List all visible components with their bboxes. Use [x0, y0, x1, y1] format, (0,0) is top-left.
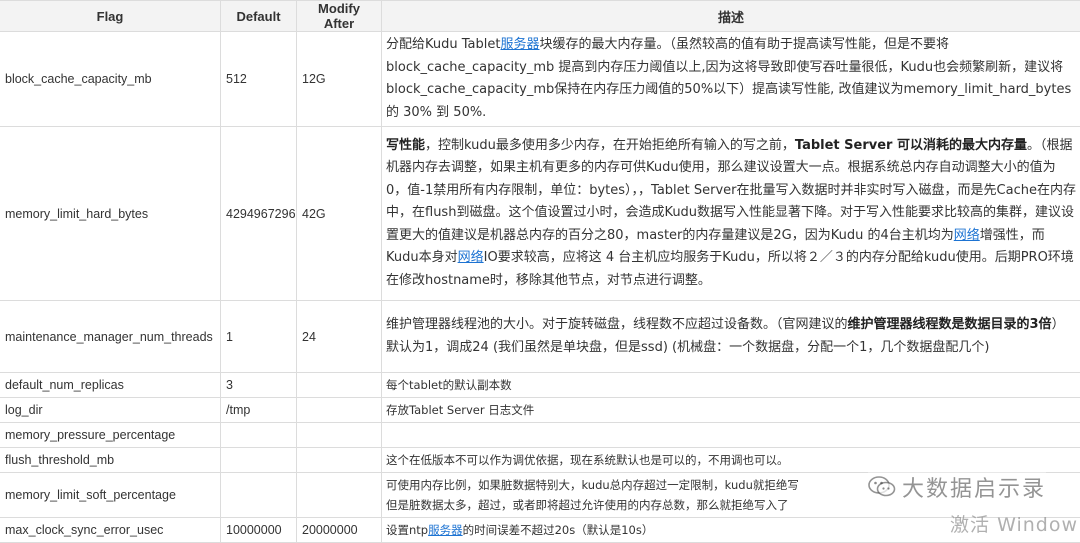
default-cell: 10000000 — [221, 518, 297, 543]
default-cell: 4294967296 — [221, 127, 297, 301]
flag-cell: default_num_replicas — [0, 373, 221, 398]
column-header-modify-after: Modify After — [297, 1, 382, 32]
kudu-flags-table: Flag Default Modify After 描述 block_cache… — [0, 0, 1080, 543]
network-link[interactable]: 网络 — [954, 228, 980, 243]
table-row: default_num_replicas 3 每个tablet的默认副本数 — [0, 373, 1080, 398]
default-cell — [221, 423, 297, 448]
server-link[interactable]: 服务器 — [500, 37, 539, 52]
table-row: flush_threshold_mb 这个在低版本不可以作为调优依据，现在系统默… — [0, 448, 1080, 473]
flag-cell: memory_limit_soft_percentage — [0, 473, 221, 518]
watermark-text: 大数据启示录 — [902, 471, 1046, 503]
column-header-description: 描述 — [382, 1, 1080, 32]
bold-text: 写性能 — [386, 138, 425, 153]
modify-after-cell: 42G — [297, 127, 382, 301]
description-cell: 维护管理器线程池的大小。对于旋转磁盘，线程数不应超过设备数。（官网建议的维护管理… — [382, 301, 1080, 373]
default-cell — [221, 448, 297, 473]
default-cell: 3 — [221, 373, 297, 398]
modify-after-cell — [297, 448, 382, 473]
table-row: memory_pressure_percentage — [0, 423, 1080, 448]
network-link[interactable]: 网络 — [458, 250, 484, 265]
table-row: maintenance_manager_num_threads 1 24 维护管… — [0, 301, 1080, 373]
modify-after-cell: 12G — [297, 32, 382, 127]
default-cell — [221, 473, 297, 518]
flag-cell: block_cache_capacity_mb — [0, 32, 221, 127]
flag-cell: memory_limit_hard_bytes — [0, 127, 221, 301]
bold-text: 维护管理器线程数是数据目录的3倍 — [848, 317, 1052, 332]
description-cell: 这个在低版本不可以作为调优依据，现在系统默认也是可以的，不用调也可以。 — [382, 448, 1080, 473]
flag-cell: memory_pressure_percentage — [0, 423, 221, 448]
description-text: 维护管理器线程池的大小。对于旋转磁盘，线程数不应超过设备数。（官网建议的 — [386, 317, 848, 332]
column-header-default: Default — [221, 1, 297, 32]
description-cell: 每个tablet的默认副本数 — [382, 373, 1080, 398]
column-header-flag: Flag — [0, 1, 221, 32]
description-cell: 分配给Kudu Tablet服务器块缓存的最大内存量。（虽然较高的值有助于提高读… — [382, 32, 1080, 127]
modify-after-cell — [297, 473, 382, 518]
flag-cell: log_dir — [0, 398, 221, 423]
flag-cell: flush_threshold_mb — [0, 448, 221, 473]
modify-after-cell — [297, 423, 382, 448]
table-row: log_dir /tmp 存放Tablet Server 日志文件 — [0, 398, 1080, 423]
default-cell: 512 — [221, 32, 297, 127]
modify-after-cell: 20000000 — [297, 518, 382, 543]
description-text: ，控制kudu最多使用多少内存，在开始拒绝所有输入的写之前， — [425, 138, 795, 153]
windows-activation-notice: 激活 Window — [950, 510, 1078, 537]
table-row: max_clock_sync_error_usec 10000000 20000… — [0, 518, 1080, 543]
modify-after-cell — [297, 398, 382, 423]
table-header-row: Flag Default Modify After 描述 — [0, 1, 1080, 32]
modify-after-cell: 24 — [297, 301, 382, 373]
description-cell — [382, 423, 1080, 448]
description-cell: 存放Tablet Server 日志文件 — [382, 398, 1080, 423]
bold-text: Tablet Server 可以消耗的最大内存量 — [795, 138, 1027, 153]
flag-cell: maintenance_manager_num_threads — [0, 301, 221, 373]
table-row: memory_limit_hard_bytes 4294967296 42G 写… — [0, 127, 1080, 301]
table-row: block_cache_capacity_mb 512 12G 分配给Kudu … — [0, 32, 1080, 127]
modify-after-cell — [297, 373, 382, 398]
wechat-icon — [868, 475, 896, 499]
wechat-watermark: 大数据启示录 — [868, 471, 1046, 503]
description-text: IO要求较高，应将这 4 台主机应均服务于Kudu，所以将２／３的内存分配给ku… — [386, 250, 1074, 288]
description-text: 分配给Kudu Tablet — [386, 37, 500, 52]
default-cell: /tmp — [221, 398, 297, 423]
description-cell: 写性能，控制kudu最多使用多少内存，在开始拒绝所有输入的写之前，Tablet … — [382, 127, 1080, 301]
default-cell: 1 — [221, 301, 297, 373]
flag-cell: max_clock_sync_error_usec — [0, 518, 221, 543]
